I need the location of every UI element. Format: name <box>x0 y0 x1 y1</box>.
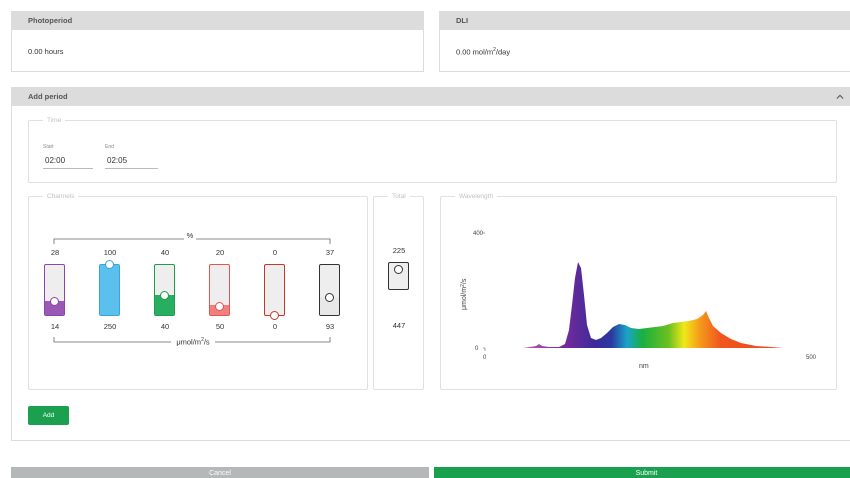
channel-slider[interactable] <box>99 264 120 316</box>
channel-slider-fill <box>100 265 119 315</box>
channels-legend: Channels <box>47 193 75 200</box>
total-top-value: 225 <box>392 246 406 255</box>
channel-slider[interactable] <box>154 264 175 316</box>
channel-percent: 0 <box>272 248 278 257</box>
submit-button[interactable]: Submit <box>434 467 850 478</box>
total-legend: Total <box>392 193 406 200</box>
end-field[interactable]: End 02:05 <box>105 144 158 169</box>
channel-percent: 40 <box>160 248 170 257</box>
channel-percent: 37 <box>325 248 335 257</box>
percent-label: % <box>186 231 194 240</box>
total-bottom-value: 447 <box>392 321 406 330</box>
channel-slider-knob[interactable] <box>270 311 279 320</box>
cancel-button[interactable]: Cancel <box>11 467 429 478</box>
channels-fieldset: Channels % μmol/m2/s 28 14 100 250 40 40 20 50 0… <box>28 193 368 390</box>
dli-title: DLI <box>440 12 850 30</box>
channel-slider[interactable] <box>264 264 285 316</box>
y-axis-label: μmol/m2/s <box>460 278 468 310</box>
dli-value: 0.00 mol/m2/day <box>456 47 511 57</box>
channel-percent: 100 <box>103 248 117 257</box>
photoperiod-title: Photoperiod <box>12 12 423 30</box>
channel-umol: 14 <box>50 322 60 331</box>
photoperiod-value: 0.00 hours <box>28 47 64 56</box>
time-legend: Time <box>47 117 62 124</box>
y-tick-0: 0 <box>475 346 479 352</box>
add-period-header[interactable]: Add period <box>12 88 850 106</box>
x-tick-500: 500 <box>806 355 817 361</box>
start-label: Start <box>43 144 54 150</box>
x-tick-0: 0 <box>483 355 487 361</box>
channel-percent: 20 <box>215 248 225 257</box>
channel-umol: 0 <box>272 322 278 331</box>
channel-percent: 28 <box>50 248 60 257</box>
photoperiod-card: Photoperiod 0.00 hours <box>11 11 424 72</box>
channel-slider-knob[interactable] <box>215 301 224 311</box>
x-axis-label: nm <box>639 363 649 370</box>
chevron-up-icon[interactable] <box>836 93 844 101</box>
channel-slider[interactable] <box>44 264 65 316</box>
dli-card: DLI 0.00 mol/m2/day <box>439 11 850 72</box>
y-tick-400: 400 <box>473 231 484 237</box>
channel-slider[interactable] <box>319 264 340 316</box>
end-label: End <box>105 144 114 150</box>
channel-slider-knob[interactable] <box>105 260 114 269</box>
add-button[interactable]: Add <box>28 406 69 425</box>
wavelength-legend: Wavelength <box>459 193 494 200</box>
channel-umol: 93 <box>325 322 335 331</box>
add-period-title: Add period <box>28 92 68 101</box>
spectrum-chart: 400 0 0 500 nm μmol/m2/s <box>460 231 817 370</box>
spectrum-curve <box>523 262 783 348</box>
start-field[interactable]: Start 02:00 <box>43 144 93 169</box>
wavelength-fieldset: Wavelength 400 0 0 500 nm μmol/m2/s <box>440 193 837 390</box>
channel-umol: 40 <box>160 322 170 331</box>
total-fieldset: Total 225 447 <box>373 193 424 390</box>
time-fieldset: Time Start 02:00 End 02:05 <box>28 117 837 183</box>
end-input[interactable]: 02:05 <box>105 154 158 169</box>
umol-unit-label: μmol/m2/s <box>176 337 210 347</box>
channel-slider-knob[interactable] <box>325 292 334 302</box>
add-period-card: Add period Time Start 02:00 End 02:05 Ch… <box>11 87 850 441</box>
channels-brackets <box>53 238 331 343</box>
channel-umol: 250 <box>103 322 117 331</box>
channel-umol: 50 <box>215 322 225 331</box>
start-input[interactable]: 02:00 <box>43 154 93 169</box>
